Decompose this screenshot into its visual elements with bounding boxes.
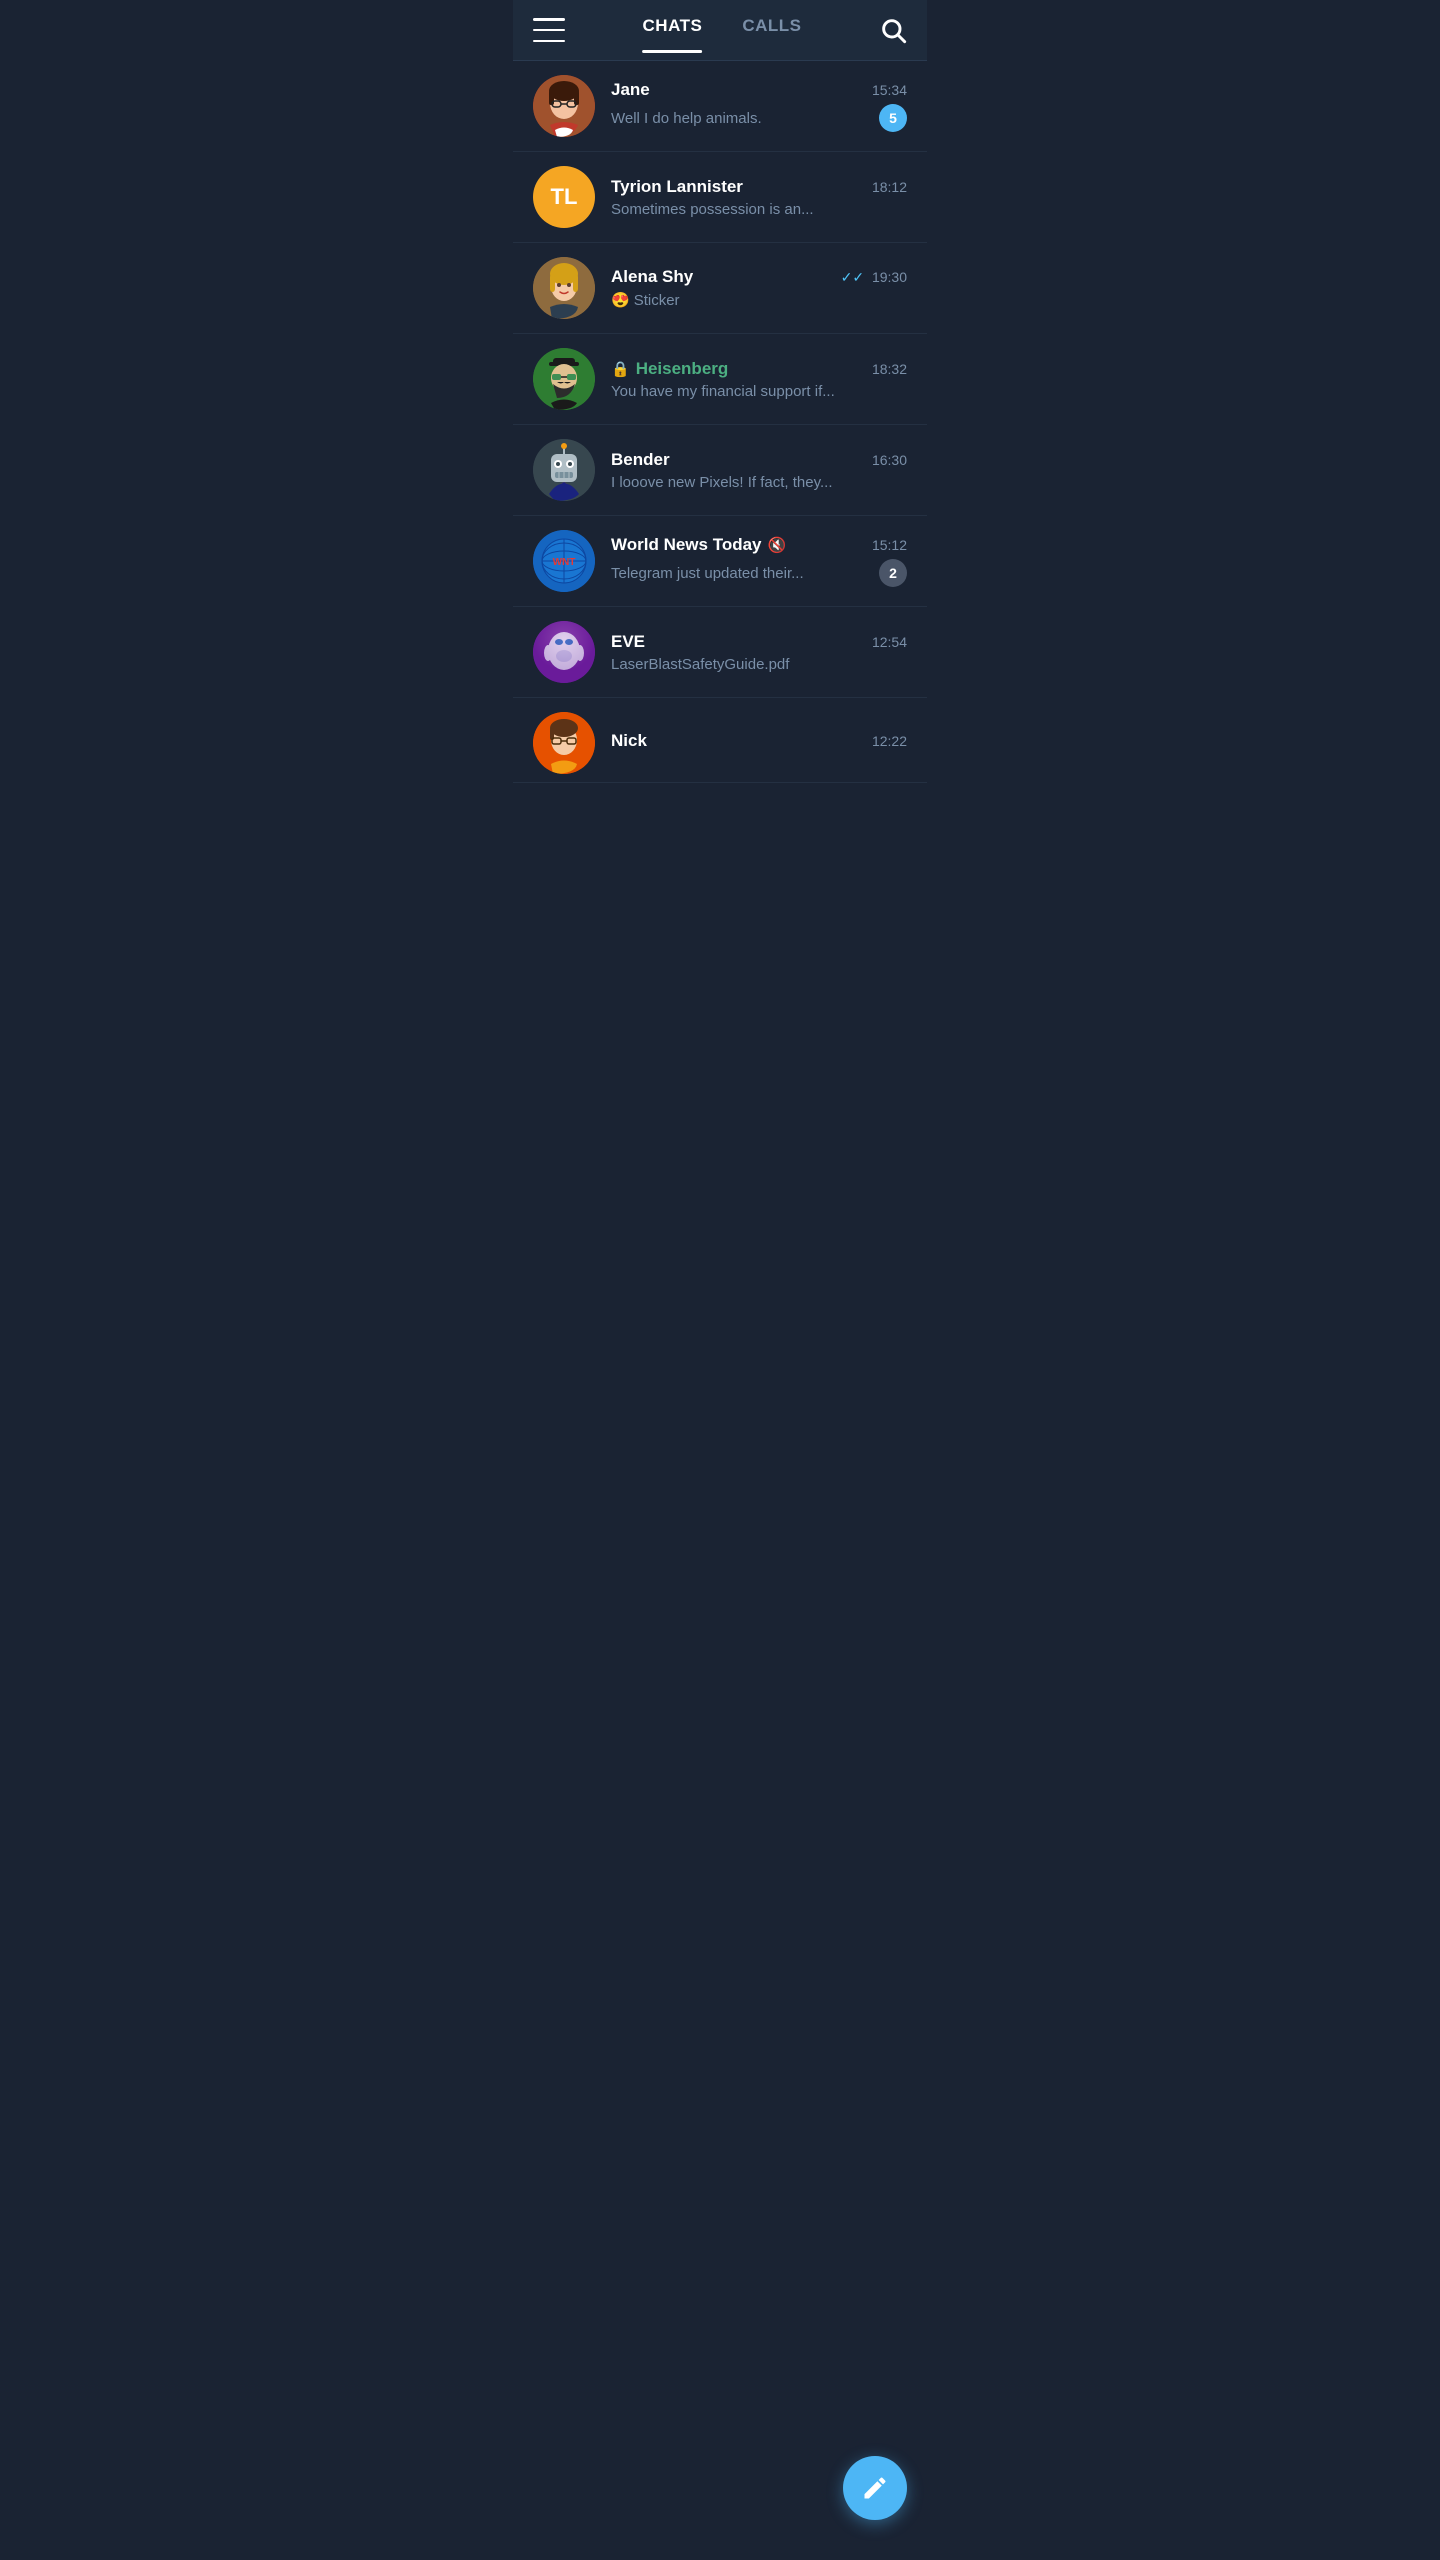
chat-preview-heisenberg: You have my financial support if... [611, 383, 907, 400]
badge-worldnews: 2 [879, 559, 907, 587]
avatar-nick [533, 712, 595, 774]
chat-name-jane: Jane [611, 80, 650, 100]
chat-preview-alena: 😍 Sticker [611, 291, 907, 309]
chat-content-eve: EVE 12:54 LaserBlastSafetyGuide.pdf [611, 632, 907, 673]
chat-time-bender: 16:30 [872, 452, 907, 468]
edit-icon [861, 2474, 889, 2502]
chat-content-jane: Jane 15:34 Well I do help animals. 5 [611, 80, 907, 132]
avatar-bender [533, 439, 595, 501]
chat-name-tyrion: Tyrion Lannister [611, 177, 743, 197]
chat-preview-worldnews: Telegram just updated their... [611, 565, 804, 582]
menu-button[interactable] [533, 18, 565, 42]
chat-item-heisenberg[interactable]: 🔒 Heisenberg 18:32 You have my financial… [513, 334, 927, 425]
compose-button[interactable] [843, 2456, 907, 2520]
chat-content-nick: Nick 12:22 [611, 731, 907, 755]
chat-time-tyrion: 18:12 [872, 179, 907, 195]
chat-time-heisenberg: 18:32 [872, 361, 907, 377]
search-icon[interactable] [879, 16, 907, 44]
mute-icon-worldnews: 🔇 [768, 536, 787, 554]
chat-preview-tyrion: Sometimes possession is an... [611, 201, 907, 218]
chat-content-worldnews: World News Today 🔇 15:12 Telegram just u… [611, 535, 907, 587]
svg-text:WNT: WNT [553, 557, 576, 568]
chat-content-alena: Alena Shy ✓✓ 19:30 😍 Sticker [611, 267, 907, 309]
chat-name-alena: Alena Shy [611, 267, 693, 287]
tab-bar: CHATS CALLS [565, 16, 879, 44]
chat-name-heisenberg: 🔒 Heisenberg [611, 359, 728, 379]
chat-preview-bender: I looove new Pixels! If fact, they... [611, 474, 907, 491]
double-check-icon: ✓✓ [841, 269, 864, 285]
chat-item-jane[interactable]: Jane 15:34 Well I do help animals. 5 [513, 61, 927, 152]
chat-item-eve[interactable]: EVE 12:54 LaserBlastSafetyGuide.pdf [513, 607, 927, 698]
chat-name-bender: Bender [611, 450, 670, 470]
badge-jane: 5 [879, 104, 907, 132]
chat-name-eve: EVE [611, 632, 645, 652]
chat-content-heisenberg: 🔒 Heisenberg 18:32 You have my financial… [611, 359, 907, 400]
chat-content-bender: Bender 16:30 I looove new Pixels! If fac… [611, 450, 907, 491]
chat-time-nick: 12:22 [872, 733, 907, 749]
chat-name-nick: Nick [611, 731, 647, 751]
avatar-heisenberg [533, 348, 595, 410]
chat-time-worldnews: 15:12 [872, 537, 907, 553]
avatar-tyrion: TL [533, 166, 595, 228]
tab-calls[interactable]: CALLS [742, 16, 801, 44]
chat-content-tyrion: Tyrion Lannister 18:12 Sometimes possess… [611, 177, 907, 218]
chat-time-jane: 15:34 [872, 82, 907, 98]
avatar-worldnews: WNT [533, 530, 595, 592]
app-header: CHATS CALLS [513, 0, 927, 61]
chat-item-alena[interactable]: Alena Shy ✓✓ 19:30 😍 Sticker [513, 243, 927, 334]
chat-preview-jane: Well I do help animals. [611, 110, 762, 127]
chat-item-nick[interactable]: Nick 12:22 [513, 698, 927, 783]
avatar-jane [533, 75, 595, 137]
lock-icon-heisenberg: 🔒 [611, 360, 630, 378]
emoji-prefix-alena: 😍 [611, 291, 630, 309]
chat-item-tyrion[interactable]: TL Tyrion Lannister 18:12 Sometimes poss… [513, 152, 927, 243]
chat-name-worldnews: World News Today 🔇 [611, 535, 786, 555]
chat-time-alena: ✓✓ 19:30 [841, 269, 907, 286]
chat-list: Jane 15:34 Well I do help animals. 5 TL … [513, 61, 927, 783]
tab-chats[interactable]: CHATS [643, 16, 703, 44]
avatar-eve [533, 621, 595, 683]
chat-item-bender[interactable]: Bender 16:30 I looove new Pixels! If fac… [513, 425, 927, 516]
chat-item-worldnews[interactable]: WNT World News Today 🔇 15:12 Telegram ju… [513, 516, 927, 607]
chat-time-eve: 12:54 [872, 634, 907, 650]
chat-preview-eve: LaserBlastSafetyGuide.pdf [611, 656, 907, 673]
avatar-alena [533, 257, 595, 319]
